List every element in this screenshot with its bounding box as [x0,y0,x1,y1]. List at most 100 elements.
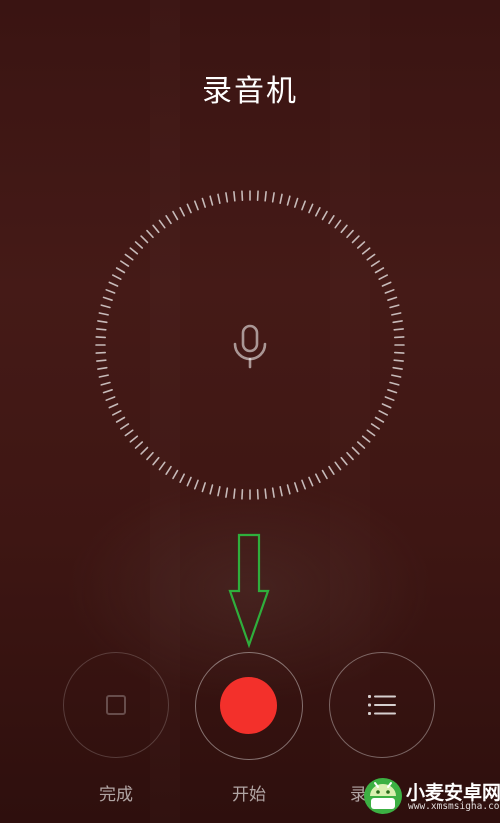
dial-tick [361,435,371,443]
dial-tick [217,193,221,204]
dial-tick [98,312,109,316]
dial-tick [165,465,172,475]
dial-tick [387,389,398,394]
dial-tick [308,476,314,487]
dial-tick [378,274,389,280]
dial-tick [351,446,360,455]
dial-tick [120,423,130,430]
dial-tick [374,416,385,423]
dial-tick [334,219,342,229]
dial-tick [233,191,236,202]
dial-tick [172,210,179,221]
dial-tick [96,328,107,331]
dial-tick [140,235,149,244]
dial-tick [111,274,122,280]
dial-tick [102,389,113,394]
dial-tick [391,374,402,378]
dial-tick [98,374,109,378]
dial-tick [294,197,299,208]
dial-tick [381,403,392,409]
dial-tick [370,423,380,430]
dial-tick [146,229,154,239]
dial-tick [108,403,119,409]
done-label: 完成 [99,785,133,805]
dial-tick [111,410,122,416]
dial-tick [378,410,389,416]
dial-tick [179,473,185,484]
done-button[interactable] [63,652,169,758]
dial-tick [201,197,206,208]
dial-tick [308,203,314,214]
dial-tick [115,267,126,274]
square-stop-icon [106,695,126,715]
dial-tick [279,193,283,204]
dial-tick [179,206,185,217]
dial-tick [393,359,404,362]
dial-tick [146,451,154,461]
dial-tick [97,366,108,370]
dial-tick [271,192,275,203]
dial-tick [115,416,126,423]
record-button[interactable] [195,652,303,760]
dial-tick [315,206,321,217]
dial-tick [301,200,306,211]
dial-tick [370,260,380,267]
dial-tick [356,241,366,249]
dial-tick [351,235,360,244]
dial-tick [134,441,144,449]
dial-tick [134,241,144,249]
dial-tick [366,429,376,437]
dial-tick [384,289,395,294]
dial-tick [152,456,160,466]
dial-tick [217,486,221,497]
dial-tick [356,441,366,449]
dial-tick [264,191,267,202]
dial-tick [194,479,199,490]
dial-tick [381,281,392,287]
dial-tick [328,215,335,225]
dial-tick [392,320,403,324]
dial-tick [389,381,400,386]
dial-tick [158,461,166,471]
dial-tick [124,429,134,437]
dial-tick [361,247,371,255]
page-title: 录音机 [202,74,298,109]
dial-tick [366,253,376,261]
dial-tick [172,469,179,480]
watermark: 小麦安卓网 www.xmsmsigha.com [362,774,500,818]
dial-tick [271,487,275,498]
start-label: 开始 [232,785,266,805]
dial-tick [387,296,398,301]
dial-tick [374,267,385,274]
dial-ticks [95,190,405,500]
dial-tick [321,469,328,480]
dial-tick [346,451,354,461]
dial-tick [340,224,348,234]
dial-tick [328,465,335,475]
dial-tick [105,289,116,294]
dial-tick [186,476,192,487]
dial-tick [108,281,119,287]
dial-tick [165,215,172,225]
dial-tick [334,461,342,471]
dial-tick [129,247,139,255]
dial-tick [158,219,166,229]
dial-tick [384,396,395,401]
dial-tick [152,224,160,234]
dial-tick [264,488,267,499]
down-arrow-annotation [228,533,270,648]
dial-tick [346,229,354,239]
dial-tick [124,253,134,261]
dial-tick [393,328,404,331]
dial-tick [209,484,214,495]
dial-tick [279,486,283,497]
dial-tick [102,296,113,301]
dial-tick [315,473,321,484]
dial-tick [225,192,229,203]
dial-tick [389,304,400,309]
dial-tick [321,210,328,221]
recordings-list-button[interactable] [329,652,435,758]
list-icon [368,695,396,715]
dial-tick [129,435,139,443]
dial-tick [286,195,291,206]
